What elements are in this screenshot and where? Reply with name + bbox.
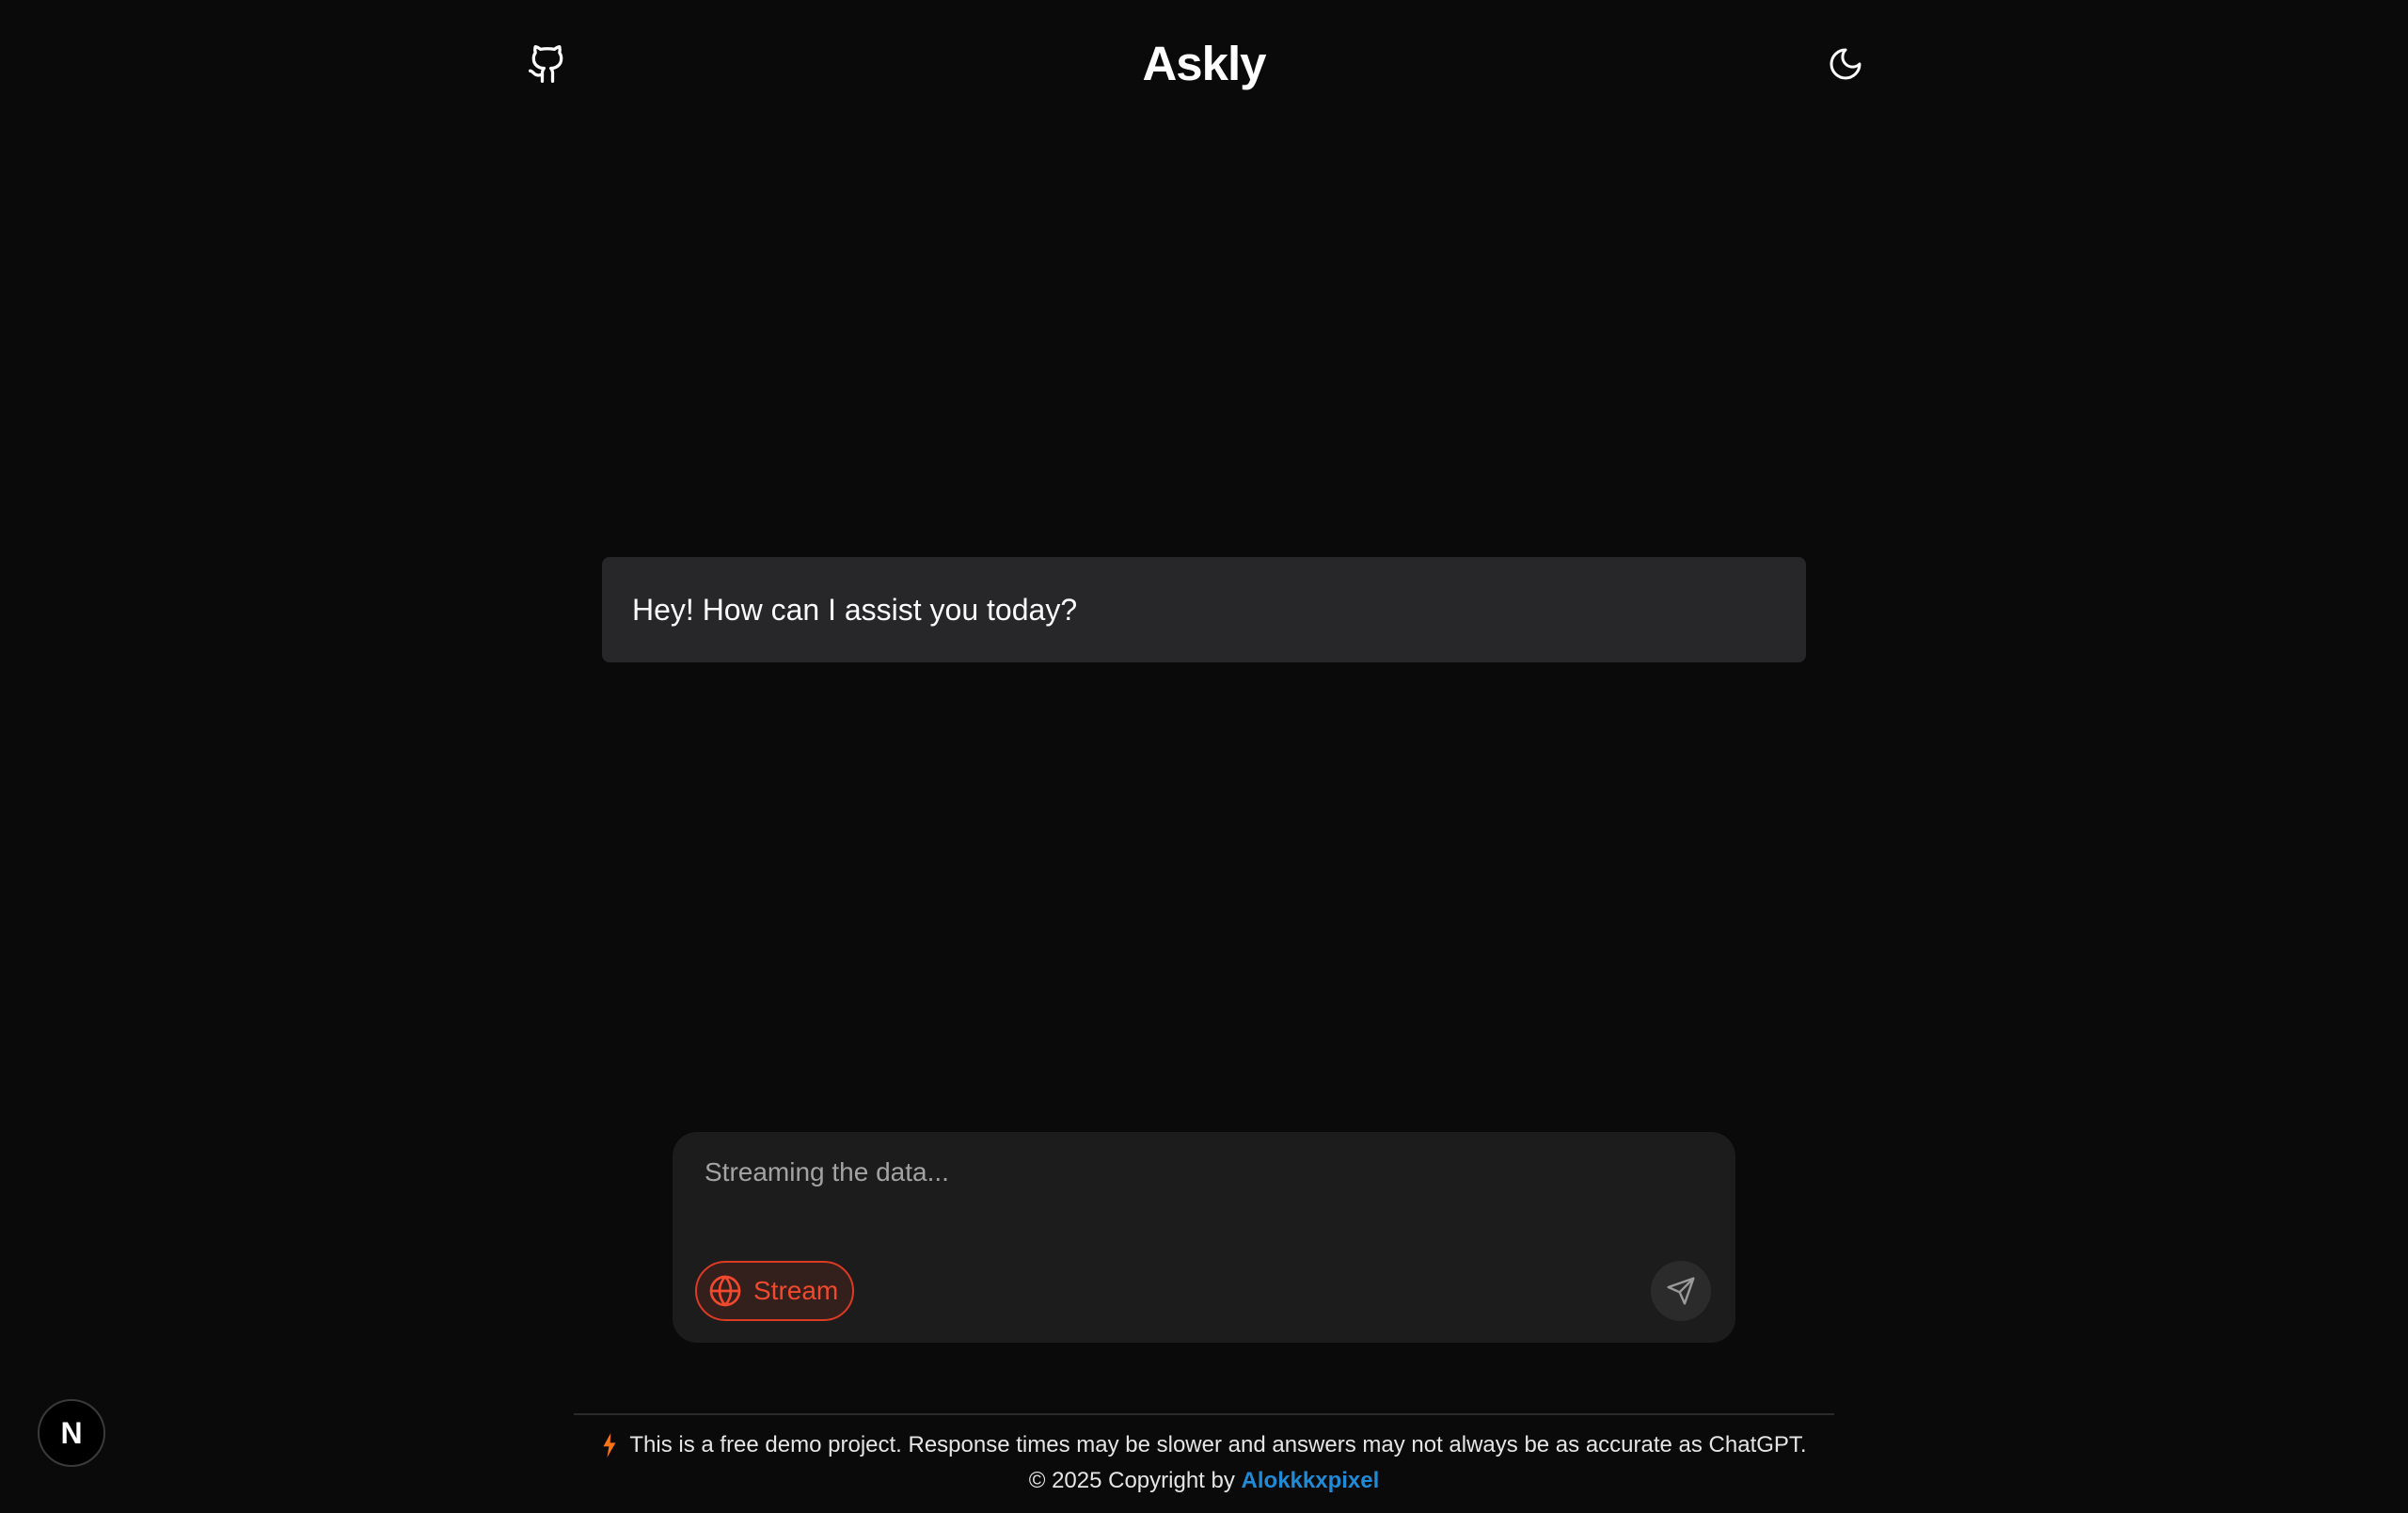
author-link[interactable]: Alokkkxpixel: [1242, 1468, 1380, 1493]
copyright-text: © 2025 Copyright by: [1028, 1468, 1235, 1493]
app-header: Askly: [0, 0, 2408, 132]
theme-toggle-button[interactable]: [1821, 40, 1870, 88]
message-text: Hey! How can I assist you today?: [632, 592, 1078, 627]
stream-toggle-button[interactable]: Stream: [695, 1261, 854, 1321]
assistant-message: Hey! How can I assist you today?: [602, 557, 1806, 662]
copyright: © 2025 Copyright by Alokkkxpixel: [574, 1466, 1834, 1496]
demo-notice: This is a free demo project. Response ti…: [574, 1430, 1834, 1460]
stream-label: Stream: [753, 1276, 839, 1305]
send-icon: [1667, 1277, 1695, 1305]
page-footer: This is a free demo project. Response ti…: [574, 1413, 1834, 1496]
demo-notice-text: This is a free demo project. Response ti…: [629, 1432, 1807, 1457]
nextjs-dev-badge[interactable]: N: [38, 1399, 105, 1467]
globe-icon: [709, 1275, 741, 1307]
chat-input[interactable]: [703, 1156, 1700, 1188]
app-title: Askly: [1142, 37, 1266, 90]
lightning-icon: [603, 1433, 616, 1457]
send-button[interactable]: [1651, 1261, 1711, 1321]
chat-composer: Stream: [673, 1132, 1735, 1343]
nextjs-icon: N: [60, 1415, 83, 1450]
moon-icon: [1830, 48, 1861, 80]
